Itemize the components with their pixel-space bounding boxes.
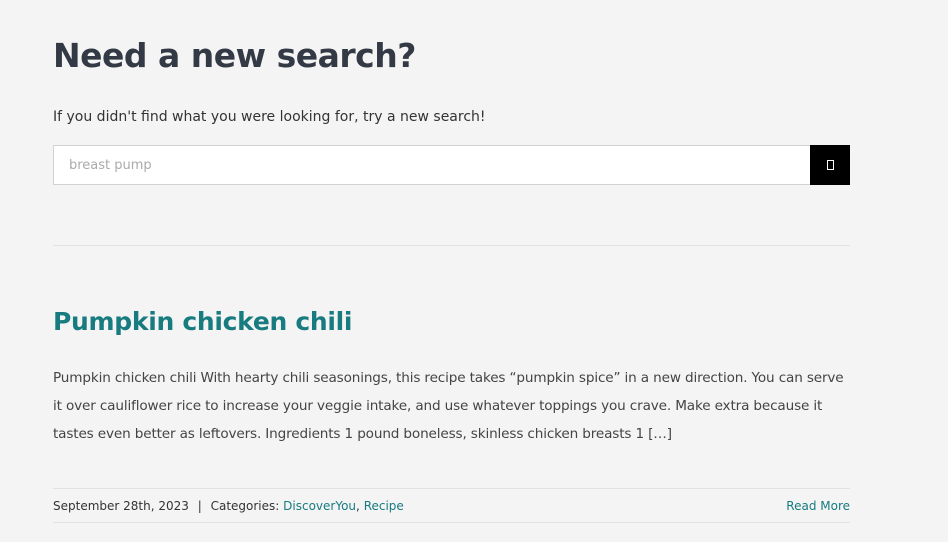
post-title-link[interactable]: Pumpkin chicken chili	[53, 306, 353, 338]
section-divider	[53, 245, 850, 246]
post-date: September 28th, 2023	[53, 498, 189, 513]
meta-separator: |	[197, 498, 202, 513]
category-separator: ,	[356, 498, 360, 513]
post-meta: September 28th, 2023 | Categories: Disco…	[53, 488, 850, 523]
search-heading: Need a new search?	[53, 36, 416, 75]
category-link-recipe[interactable]: Recipe	[364, 499, 404, 513]
categories-label: Categories:	[210, 498, 280, 513]
search-subtext: If you didn't find what you were looking…	[53, 109, 486, 125]
search-button[interactable]	[810, 145, 850, 185]
search-form	[53, 145, 850, 185]
post-excerpt: Pumpkin chicken chili With hearty chili …	[53, 370, 844, 442]
search-icon	[826, 160, 834, 170]
category-link-discoveryou[interactable]: DiscoverYou	[283, 499, 356, 513]
search-input[interactable]	[53, 145, 810, 185]
post-meta-info: September 28th, 2023 | Categories: Disco…	[53, 499, 404, 513]
read-more-link[interactable]: Read More	[786, 499, 850, 513]
